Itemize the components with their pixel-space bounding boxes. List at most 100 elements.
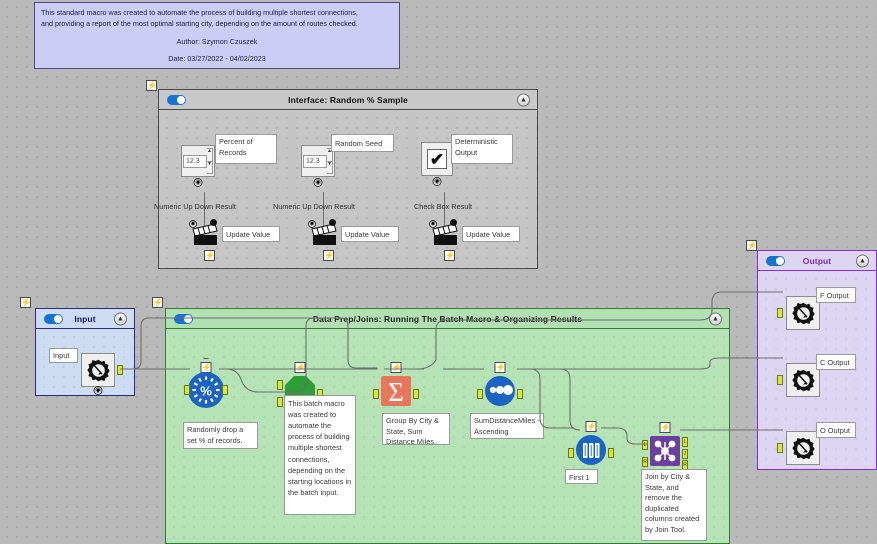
action-input-anchor[interactable]: ◉: [308, 220, 316, 228]
note-random-seed[interactable]: Random Seed: [331, 134, 394, 152]
numeric-up-down-icon[interactable]: 12.3 ▲ ▼ ◉: [301, 145, 335, 187]
macro-input-gear-icon[interactable]: ◉: [81, 353, 115, 395]
tool-badge-icon[interactable]: ⚡: [200, 362, 212, 373]
note-update-value-2[interactable]: Update Value: [341, 226, 399, 242]
note-deterministic-output[interactable]: Deterministic Output: [451, 134, 513, 164]
top-description-comment[interactable]: This standard macro was created to autom…: [34, 2, 400, 69]
output-port[interactable]: [608, 447, 614, 458]
action-clapperboard-icon[interactable]: ◉: [189, 219, 219, 246]
output-container-toggle[interactable]: [766, 255, 785, 266]
action-badge-icon[interactable]: ⚡: [444, 250, 455, 261]
input-port[interactable]: [777, 443, 783, 453]
note-percent-of-records[interactable]: Percent of Records: [215, 134, 277, 164]
interface-output-anchor[interactable]: ◉: [432, 177, 442, 186]
input-container-toggle[interactable]: [44, 313, 63, 324]
action-badge-icon[interactable]: ⚡: [204, 250, 215, 261]
dataprep-container[interactable]: Data Prep/Joins: Running The Batch Macro…: [165, 308, 730, 544]
output-port[interactable]: [222, 385, 228, 395]
note-sort[interactable]: SumDistanceMiles - Ascending: [470, 413, 544, 439]
interface-output-anchor[interactable]: ◉: [193, 178, 203, 187]
checkbox-glyph[interactable]: ✔: [427, 149, 447, 169]
tool-percent-of-records[interactable]: 12.3 ▲ ▼ ◉: [181, 145, 215, 187]
dataprep-container-header[interactable]: Data Prep/Joins: Running The Batch Macro…: [166, 309, 729, 329]
tool-badge-icon[interactable]: ⚡: [585, 421, 597, 432]
action-input-anchor[interactable]: ◉: [189, 220, 197, 228]
tool-macro-output-c[interactable]: [777, 363, 820, 397]
input-container-anchor-icon[interactable]: ⚡: [20, 297, 31, 308]
note-input[interactable]: Input: [49, 348, 78, 363]
macro-output-gear-icon[interactable]: [786, 431, 820, 465]
percent-sample-icon[interactable]: %: [191, 375, 221, 405]
macro-output-gear-icon[interactable]: [786, 296, 820, 330]
tool-deterministic-output[interactable]: ✔ ◉: [421, 142, 453, 186]
action-input-anchor[interactable]: ◉: [429, 220, 437, 228]
action-clapperboard-icon[interactable]: ◉: [429, 219, 459, 246]
note-c-output[interactable]: C Output: [816, 354, 856, 370]
tool-macro-output-o[interactable]: [777, 431, 820, 465]
input-port[interactable]: [184, 385, 190, 395]
output-port[interactable]: [517, 388, 523, 399]
input-port-bottom[interactable]: [277, 396, 283, 407]
output-container-anchor-icon[interactable]: ⚡: [746, 240, 757, 251]
interface-container-header[interactable]: Interface: Random % Sample ▲: [159, 90, 537, 110]
output-port[interactable]: [117, 365, 123, 375]
interface-container-toggle[interactable]: [167, 94, 186, 105]
tool-action-update-1[interactable]: ◉ ⚡: [189, 219, 219, 261]
tool-badge-icon[interactable]: ⚡: [659, 422, 671, 433]
note-batch-macro[interactable]: This batch macro was created to automate…: [284, 395, 356, 515]
interface-container-anchor-icon[interactable]: ⚡: [146, 80, 157, 91]
tool-random-percent-sample[interactable]: ⚡ ∽ %: [184, 354, 228, 405]
chevron-up-icon[interactable]: ▲: [709, 312, 722, 325]
tool-macro-output-f[interactable]: [777, 296, 820, 330]
input-port-top[interactable]: [277, 380, 283, 391]
dataprep-container-toggle[interactable]: [174, 313, 193, 324]
input-port-left[interactable]: L: [642, 439, 648, 450]
input-container-header[interactable]: Input ▲: [36, 309, 134, 329]
input-port[interactable]: [477, 388, 483, 399]
input-port[interactable]: [777, 308, 783, 318]
chevron-up-icon[interactable]: ▲: [114, 312, 127, 325]
action-clapperboard-icon[interactable]: ◉: [308, 219, 338, 246]
note-random-percent-sample[interactable]: Randomly drop a set % of records.: [183, 422, 258, 449]
input-container[interactable]: Input ▲ Input ◉: [35, 308, 135, 396]
tool-action-update-3[interactable]: ◉ ⚡: [429, 219, 459, 261]
interface-output-anchor[interactable]: ◉: [313, 178, 323, 187]
tool-random-seed[interactable]: 12.3 ▲ ▼ ◉: [301, 145, 335, 187]
numeric-up-down-icon[interactable]: 12.3 ▲ ▼ ◉: [181, 145, 215, 187]
output-port[interactable]: [413, 388, 419, 399]
interface-container[interactable]: Interface: Random % Sample ▲ 12.3 ▲ ▼ ◉ …: [154, 89, 538, 269]
note-update-value-3[interactable]: Update Value: [462, 226, 520, 242]
note-o-output[interactable]: O Output: [816, 422, 856, 438]
macro-input-anchor[interactable]: ◉: [93, 386, 103, 395]
tool-badge-icon[interactable]: ⚡: [294, 362, 306, 373]
dataprep-container-anchor-icon[interactable]: ⚡: [152, 297, 163, 308]
action-badge-icon[interactable]: ⚡: [323, 250, 334, 261]
chevron-up-icon[interactable]: ▲: [856, 254, 869, 267]
note-sample[interactable]: First 1: [565, 469, 598, 484]
note-join[interactable]: Join by City & State, and remove the dup…: [641, 469, 707, 541]
note-f-output[interactable]: F Output: [816, 287, 856, 303]
workflow-canvas[interactable]: This standard macro was created to autom…: [0, 0, 877, 544]
check-box-icon[interactable]: ✔ ◉: [421, 142, 453, 186]
tool-macro-input[interactable]: ◉: [81, 353, 123, 395]
input-port-right[interactable]: R: [642, 457, 648, 468]
tool-badge-icon[interactable]: ⚡: [494, 362, 506, 373]
output-port-l[interactable]: L: [682, 436, 688, 447]
input-port[interactable]: [777, 375, 783, 385]
tool-sort[interactable]: ⚡: [477, 362, 523, 412]
note-summarize[interactable]: Group By City & State, Sum Distance Mile…: [382, 413, 450, 446]
tool-join[interactable]: ⚡ L R L J R: [642, 422, 688, 472]
output-port-j[interactable]: J: [682, 448, 688, 459]
tool-summarize[interactable]: ⚡ Σ: [373, 362, 419, 412]
output-container-header[interactable]: Output ▲: [758, 251, 876, 271]
output-container[interactable]: Output ▲ F Output C Output O Output: [757, 250, 877, 470]
tool-badge-icon[interactable]: ⚡: [390, 362, 402, 373]
numeric-value[interactable]: 12.3: [303, 154, 327, 168]
note-update-value-1[interactable]: Update Value: [222, 226, 280, 242]
spinner-icon[interactable]: ▲ ▼: [207, 148, 213, 174]
chevron-up-icon[interactable]: ▲: [517, 93, 530, 106]
input-port[interactable]: [373, 388, 379, 399]
tool-sample[interactable]: ⚡: [568, 421, 614, 471]
macro-output-gear-icon[interactable]: [786, 363, 820, 397]
tool-action-update-2[interactable]: ◉ ⚡: [308, 219, 338, 261]
